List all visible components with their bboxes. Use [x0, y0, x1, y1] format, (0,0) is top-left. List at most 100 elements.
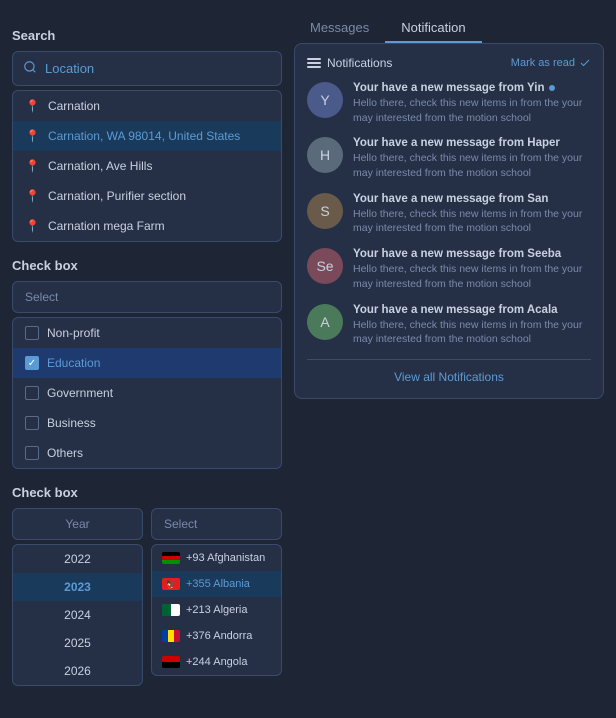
notification-title: Your have a new message from San [353, 193, 591, 205]
tab-notification[interactable]: Notification [385, 12, 481, 43]
location-pin-icon: 📍 [25, 219, 40, 233]
checkbox1-placeholder: Select [25, 290, 58, 304]
checkbox2-title: Check box [12, 485, 282, 500]
list-item[interactable]: +244 Angola [152, 649, 281, 675]
list-item[interactable]: 📍 Carnation mega Farm [13, 211, 281, 241]
year-2023: 2023 [64, 580, 91, 594]
checkbox-label-nonprofit: Non-profit [47, 326, 100, 340]
country-albania: +355 Albania [186, 578, 250, 590]
list-item[interactable]: ✓ Education [13, 348, 281, 378]
list-item[interactable]: 2025 [13, 629, 142, 657]
view-all-section: View all Notifications [307, 359, 591, 386]
location-input[interactable] [45, 61, 271, 76]
tab-messages-label: Messages [310, 20, 369, 35]
year-input[interactable]: Year [12, 508, 143, 540]
tab-messages[interactable]: Messages [294, 12, 385, 43]
list-item[interactable]: 🦅 +355 Albania [152, 571, 281, 597]
checkbox-label-government: Government [47, 386, 113, 400]
list-item[interactable]: Others [13, 438, 281, 468]
year-2024: 2024 [64, 608, 91, 622]
list-item[interactable]: Government [13, 378, 281, 408]
checkbox-education[interactable]: ✓ [25, 356, 39, 370]
checkbox-label-others: Others [47, 446, 83, 460]
notification-body: Hello there, check this new items in fro… [353, 207, 591, 236]
notification-item-san[interactable]: S Your have a new message from San Hello… [307, 193, 591, 236]
notification-item-haper[interactable]: H Your have a new message from Haper Hel… [307, 137, 591, 180]
location-option-5: Carnation mega Farm [48, 219, 165, 233]
mark-read-label: Mark as read [511, 57, 575, 69]
year-2022: 2022 [64, 552, 91, 566]
list-item[interactable]: Non-profit [13, 318, 281, 348]
notification-header-left: Notifications [307, 56, 392, 70]
location-option-3: Carnation, Ave Hills [48, 159, 153, 173]
notification-item-acala[interactable]: A Your have a new message from Acala Hel… [307, 304, 591, 347]
location-option-2: Carnation, WA 98014, United States [48, 129, 240, 143]
checkbox1-select[interactable]: Select [12, 281, 282, 313]
checkmark-icon [579, 57, 591, 69]
list-item[interactable]: +93 Afghanistan [152, 545, 281, 571]
list-item[interactable]: +213 Algeria [152, 597, 281, 623]
avatar: A [307, 304, 343, 340]
location-pin-icon: 📍 [25, 189, 40, 203]
avatar: Y [307, 82, 343, 118]
avatar: H [307, 137, 343, 173]
checkbox-others[interactable] [25, 446, 39, 460]
year-column: Year 2022 2023 2024 2025 [12, 508, 143, 686]
list-item[interactable]: 2022 [13, 545, 142, 573]
country-column: Select +93 Afghanistan 🦅 +355 Albania [151, 508, 282, 686]
notification-header: Notifications Mark as read [307, 56, 591, 70]
avatar: S [307, 193, 343, 229]
notification-content: Your have a new message from Haper Hello… [353, 137, 591, 180]
year-2026: 2026 [64, 664, 91, 678]
year-list: 2022 2023 2024 2025 2026 [12, 544, 143, 686]
list-item[interactable]: 2026 [13, 657, 142, 685]
list-item[interactable]: 📍 Carnation, Purifier section [13, 181, 281, 211]
notification-title: Your have a new message from Acala [353, 304, 591, 316]
list-item[interactable]: 📍 Carnation, WA 98014, United States [13, 121, 281, 151]
flag-afghanistan [162, 552, 180, 564]
checkbox-business[interactable] [25, 416, 39, 430]
list-item[interactable]: 2023 [13, 573, 142, 601]
search-title: Search [12, 28, 282, 43]
list-item[interactable]: +376 Andorra [152, 623, 281, 649]
notification-panel: Notifications Mark as read Y Your have a… [294, 43, 604, 399]
location-pin-icon: 📍 [25, 129, 40, 143]
country-andorra: +376 Andorra [186, 630, 252, 642]
notification-body: Hello there, check this new items in fro… [353, 151, 591, 180]
list-item[interactable]: 📍 Carnation [13, 91, 281, 121]
flag-algeria [162, 604, 180, 616]
notification-content: Your have a new message from Yin Hello t… [353, 82, 591, 125]
location-pin-icon: 📍 [25, 159, 40, 173]
list-item[interactable]: 2024 [13, 601, 142, 629]
notification-title: Your have a new message from Haper [353, 137, 591, 149]
country-angola: +244 Angola [186, 656, 247, 668]
flag-andorra [162, 630, 180, 642]
location-pin-icon: 📍 [25, 99, 40, 113]
mark-as-read-button[interactable]: Mark as read [511, 57, 591, 69]
checkbox-label-education: Education [47, 356, 100, 370]
notification-body: Hello there, check this new items in fro… [353, 262, 591, 291]
country-afghanistan: +93 Afghanistan [186, 552, 265, 564]
view-all-notifications-link[interactable]: View all Notifications [394, 370, 504, 384]
notification-body: Hello there, check this new items in fro… [353, 318, 591, 347]
notification-item-yin[interactable]: Y Your have a new message from Yin Hello… [307, 82, 591, 125]
country-list: +93 Afghanistan 🦅 +355 Albania +213 Alge… [151, 544, 282, 676]
tab-notification-label: Notification [401, 20, 465, 35]
notification-item-seeba[interactable]: Se Your have a new message from Seeba He… [307, 248, 591, 291]
list-item[interactable]: 📍 Carnation, Ave Hills [13, 151, 281, 181]
checkbox-government[interactable] [25, 386, 39, 400]
checkbox-label-business: Business [47, 416, 96, 430]
notification-title: Your have a new message from Seeba [353, 248, 591, 260]
country-select[interactable]: Select [151, 508, 282, 540]
menu-icon[interactable] [307, 58, 321, 68]
country-placeholder: Select [164, 517, 197, 531]
tabs-header: Messages Notification [294, 12, 604, 43]
list-item[interactable]: Business [13, 408, 281, 438]
checkbox-nonproft[interactable] [25, 326, 39, 340]
year-placeholder: Year [65, 517, 89, 531]
notification-content: Your have a new message from Acala Hello… [353, 304, 591, 347]
notification-body: Hello there, check this new items in fro… [353, 96, 591, 125]
flag-angola [162, 656, 180, 668]
search-input-box[interactable] [12, 51, 282, 86]
location-search-icon [23, 60, 37, 77]
